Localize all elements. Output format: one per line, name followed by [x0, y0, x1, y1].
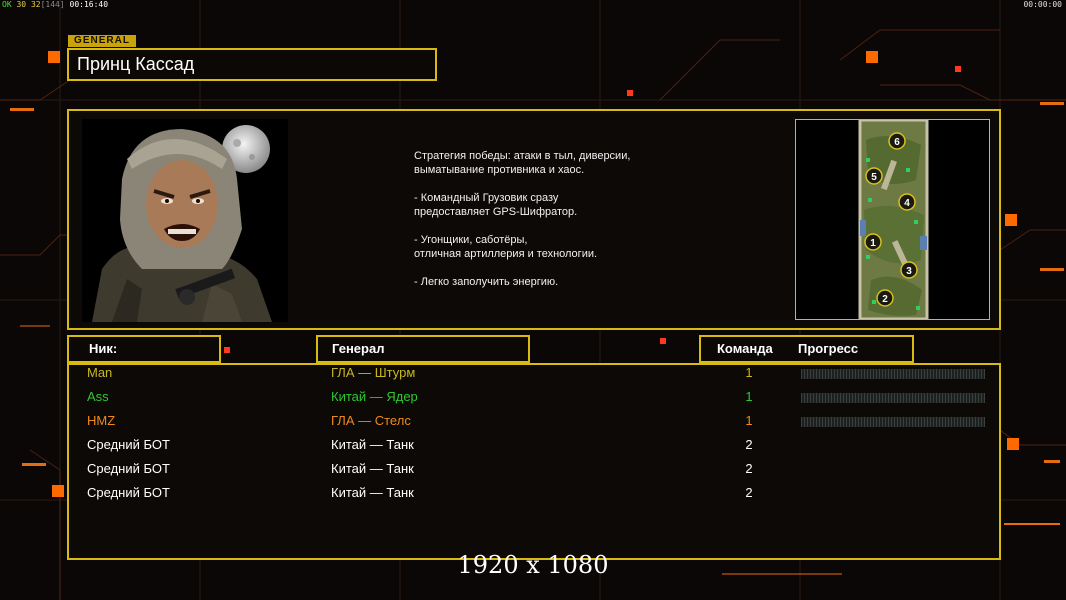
description-line-2: - Командный Грузовик сразу предоставляет… — [414, 192, 578, 218]
general-info-panel: Стратегия победы: атаки в тыл, диверсии,… — [67, 109, 1001, 330]
strategy-description: Стратегия победы: атаки в тыл, диверсии,… — [414, 149, 744, 303]
loading-progress-bar — [801, 369, 985, 379]
fps-overlay: OK 30 32[144] 00:16:40 — [2, 0, 108, 10]
player-general: Китай — Танк — [331, 485, 414, 500]
start-position-label: 2 — [882, 294, 888, 305]
player-general: ГЛА — Штурм — [331, 365, 416, 380]
player-row: Ass Китай — Ядер 1 — [69, 389, 999, 411]
general-portrait — [82, 119, 288, 322]
start-position-label: 5 — [871, 172, 877, 183]
general-header-box: Генерал — [316, 335, 530, 363]
player-row: Средний БОТ Китай — Танк 2 — [69, 485, 999, 507]
nick-header: Ник: — [89, 341, 118, 356]
ok-indicator: OK — [2, 0, 12, 9]
description-line-3: - Угонщики, саботёры, отличная артиллери… — [414, 234, 598, 260]
player-nick: Man — [87, 365, 113, 380]
start-position-label: 1 — [870, 238, 876, 249]
player-nick: HMZ — [87, 413, 116, 428]
general-tag: GENERAL — [68, 35, 136, 47]
player-list: Man ГЛА — Штурм 1 Ass Китай — Ядер 1 HMZ ГЛА — … — [67, 363, 1001, 560]
loading-progress-bar — [801, 417, 985, 427]
player-team: 2 — [745, 461, 753, 476]
game-timer: 00:00:00 — [1023, 0, 1062, 9]
nick-header-box: Ник: — [67, 335, 221, 363]
start-position-label: 3 — [906, 266, 912, 277]
start-position-label: 6 — [894, 137, 900, 148]
general-name-box: Принц Кассад — [67, 48, 437, 81]
fps-limit: [144] — [40, 0, 65, 9]
general-name: Принц Кассад — [77, 54, 195, 74]
team-header: Команда — [717, 341, 773, 356]
player-general: Китай — Ядер — [331, 389, 418, 404]
map-preview: 6 5 4 1 3 2 — [795, 119, 990, 320]
loading-progress-bar — [801, 393, 985, 403]
player-team: 1 — [745, 413, 753, 428]
player-nick: Средний БОТ — [87, 485, 170, 500]
player-row: HMZ ГЛА — Стелс 1 — [69, 413, 999, 435]
fps-value-2: 32 — [30, 0, 41, 9]
player-general: ГЛА — Стелс — [331, 413, 411, 428]
player-team: 2 — [745, 485, 753, 500]
player-row: Средний БОТ Китай — Танк 2 — [69, 437, 999, 459]
player-row: Man ГЛА — Штурм 1 — [69, 365, 999, 387]
player-nick: Средний БОТ — [87, 437, 170, 452]
team-progress-header-box: Команда Прогресс — [699, 335, 914, 363]
start-position-label: 4 — [904, 198, 910, 209]
player-general: Китай — Танк — [331, 461, 414, 476]
player-general: Китай — Танк — [331, 437, 414, 452]
player-team: 2 — [745, 437, 753, 452]
description-line-4: - Легко заполучить энергию. — [414, 276, 559, 288]
player-team: 1 — [745, 365, 753, 380]
resolution-label: 1920 x 1080 — [457, 551, 609, 579]
player-nick: Ass — [87, 389, 109, 404]
player-team: 1 — [745, 389, 753, 404]
player-nick: Средний БОТ — [87, 461, 170, 476]
player-row: Средний БОТ Китай — Танк 2 — [69, 461, 999, 483]
elapsed-time: 00:16:40 — [69, 0, 109, 9]
progress-header: Прогресс — [798, 341, 859, 356]
general-header: Генерал — [332, 341, 385, 356]
fps-value: 30 — [16, 0, 27, 9]
description-line-1: Стратегия победы: атаки в тыл, диверсии,… — [414, 150, 631, 176]
